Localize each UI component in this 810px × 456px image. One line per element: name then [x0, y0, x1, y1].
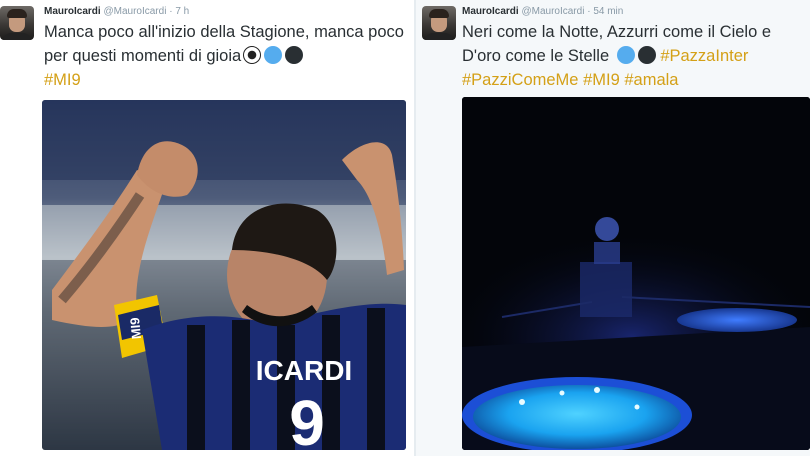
- user-handle[interactable]: @MauroIcardi: [521, 6, 584, 17]
- soccer-ball-icon: [243, 46, 262, 64]
- separator: ·: [587, 6, 591, 17]
- user-name[interactable]: MauroIcardi: [44, 6, 101, 17]
- timestamp[interactable]: 54 min: [593, 6, 623, 17]
- avatar[interactable]: [422, 6, 456, 40]
- black-circle-icon: [637, 46, 656, 64]
- hashtag-link[interactable]: #amala: [624, 71, 678, 89]
- celebration-photo: MI9 ICARDI 9: [42, 100, 406, 450]
- tweet-photo[interactable]: [462, 97, 810, 450]
- user-handle[interactable]: @MauroIcardi: [103, 6, 166, 17]
- hashtag-link[interactable]: #PazziComeMe: [462, 71, 578, 89]
- tweet-body-line1: Neri come la Notte, Azzurri come il Ciel…: [462, 23, 772, 41]
- jersey-number: 9: [289, 387, 325, 450]
- hashtag-link[interactable]: #PazzaInter: [660, 47, 748, 65]
- armband-text: MI9: [127, 317, 144, 340]
- night-pool-photo: [462, 97, 810, 450]
- separator: ·: [169, 6, 173, 17]
- tweet-text: Neri come la Notte, Azzurri come il Ciel…: [462, 20, 810, 92]
- tweet-1: MauroIcardi @MauroIcardi · 7 h Manca poc…: [0, 0, 414, 456]
- timestamp[interactable]: 7 h: [175, 6, 189, 17]
- tweet-body: Manca poco all'inizio della Stagione, ma…: [44, 23, 404, 65]
- tweet-text: Manca poco all'inizio della Stagione, ma…: [44, 20, 412, 92]
- tweet-header: MauroIcardi @MauroIcardi · 7 h: [44, 6, 189, 17]
- tweet-header: MauroIcardi @MauroIcardi · 54 min: [462, 6, 623, 17]
- tweet-photo[interactable]: MI9 ICARDI 9: [42, 100, 406, 450]
- hashtag-link[interactable]: #MI9: [583, 71, 620, 89]
- blue-circle-icon: [264, 46, 283, 64]
- user-name[interactable]: MauroIcardi: [462, 6, 519, 17]
- black-circle-icon: [285, 46, 304, 64]
- hashtag-link[interactable]: #MI9: [44, 71, 81, 89]
- blue-circle-icon: [616, 46, 635, 64]
- tweet-body-line2: D'oro come le Stelle: [462, 47, 610, 65]
- jersey-name: ICARDI: [256, 355, 352, 386]
- avatar[interactable]: [0, 6, 34, 40]
